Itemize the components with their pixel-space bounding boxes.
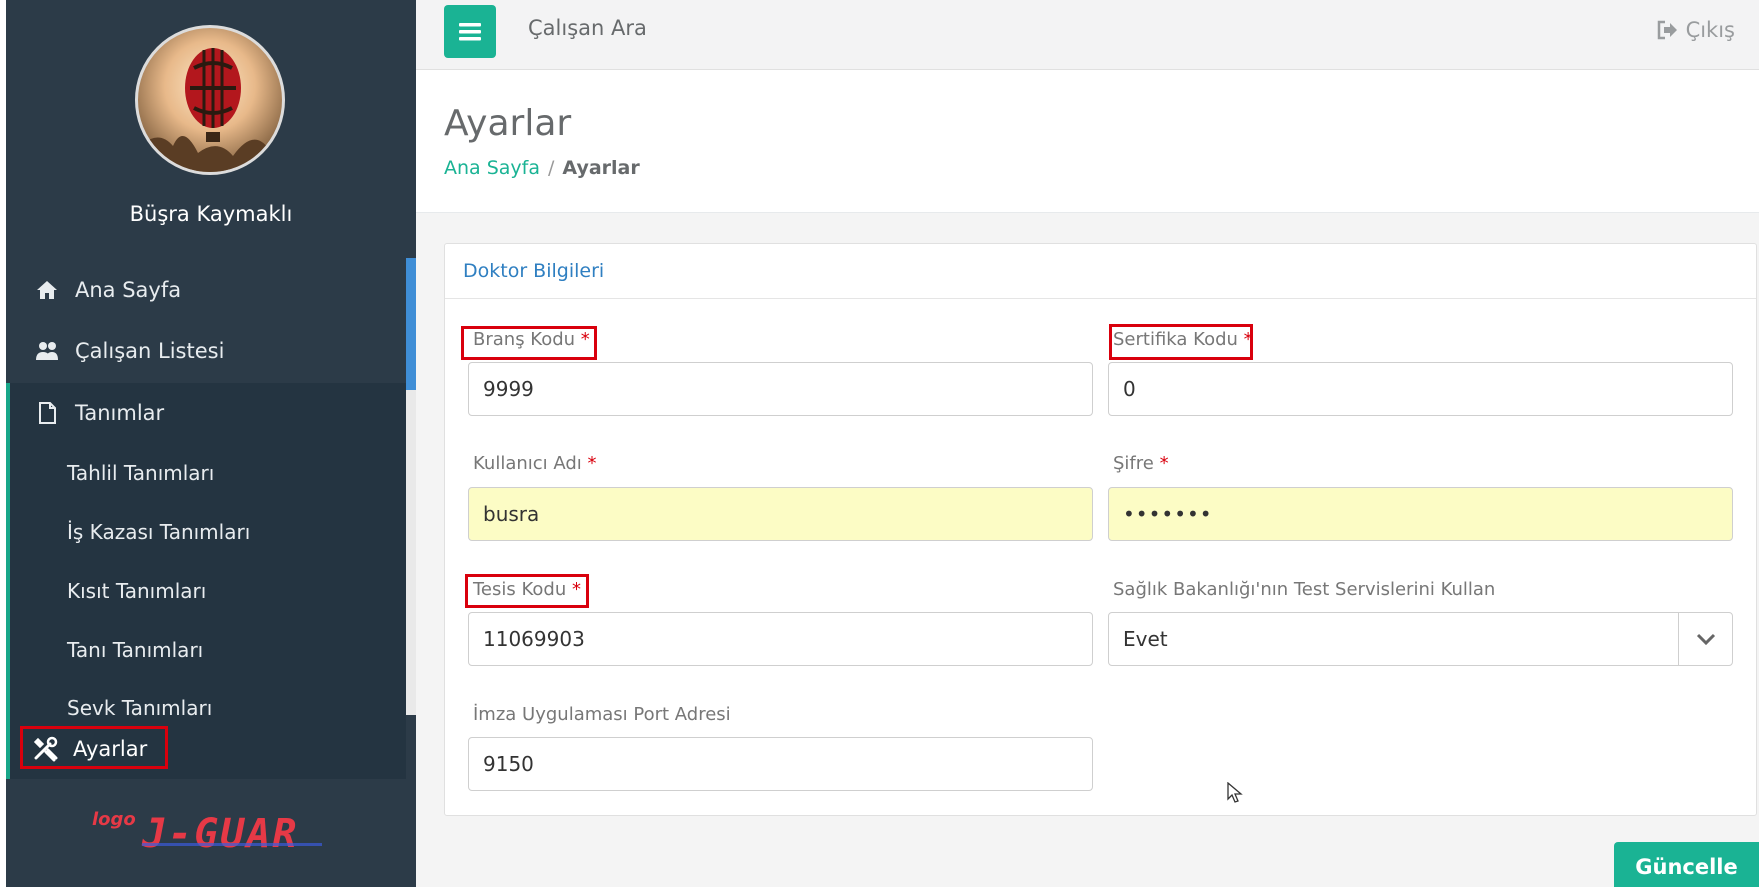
sidebar-scrollbar-thumb[interactable] <box>406 258 416 390</box>
required-mark: * <box>587 453 597 474</box>
hamburger-icon <box>459 22 481 40</box>
sidebar-subitem-label: İş Kazası Tanımları <box>67 520 251 544</box>
sidebar-item-label: Ana Sayfa <box>75 278 182 302</box>
sidebar-subitem-label: Sevk Tanımları <box>67 696 213 720</box>
breadcrumb: Ana Sayfa / Ayarlar <box>444 157 640 179</box>
sidebar-subitem-label: Tahlil Tanımları <box>67 461 215 485</box>
chevron-down-icon[interactable] <box>1678 613 1732 665</box>
highlight-box-tesis-kodu <box>465 574 589 608</box>
kullanici-adi-input[interactable]: busra <box>468 487 1093 541</box>
brans-kodu-input[interactable]: 9999 <box>468 362 1093 416</box>
search-employee-link[interactable]: Çalışan Ara <box>528 16 647 40</box>
sidebar-subitem-label: Kısıt Tanımları <box>67 579 207 603</box>
balloon-image <box>138 48 282 172</box>
sertifika-kodu-input[interactable]: 0 <box>1108 362 1733 416</box>
test-servisleri-label: Sağlık Bakanlığı'nın Test Servislerini K… <box>1113 579 1496 600</box>
sidebar-item-tanimlar[interactable]: Tanımlar <box>6 383 406 443</box>
brand-logo: logo J-GUAR <box>92 805 322 857</box>
home-icon <box>33 276 61 304</box>
sidebar-item-label: Çalışan Listesi <box>75 339 225 363</box>
highlight-box-brans-kodu <box>461 326 597 360</box>
breadcrumb-separator: / <box>548 157 555 179</box>
test-servisleri-value: Evet <box>1123 627 1168 651</box>
sidebar-item-label: Tanımlar <box>75 401 165 425</box>
kullanici-adi-label-text: Kullanıcı Adı <box>473 453 582 474</box>
page-heading <box>416 70 1759 213</box>
sidebar-subitem-tani[interactable]: Tanı Tanımları <box>6 621 406 679</box>
sidebar-item-calisan-listesi[interactable]: Çalışan Listesi <box>6 321 406 381</box>
mouse-cursor-icon <box>1227 781 1243 808</box>
menu-toggle-button[interactable] <box>444 5 496 58</box>
svg-text:J-GUAR: J-GUAR <box>141 811 299 853</box>
file-icon <box>33 399 61 427</box>
logout-link[interactable]: Çıkış <box>1656 18 1735 42</box>
update-button[interactable]: Güncelle <box>1614 842 1759 887</box>
sidebar-subitem-kisit[interactable]: Kısıt Tanımları <box>6 562 406 620</box>
sifre-label-text: Şifre <box>1113 453 1154 474</box>
sifre-label: Şifre * <box>1113 453 1169 474</box>
sidebar-subitem-label: Tanı Tanımları <box>67 638 204 662</box>
page-title: Ayarlar <box>444 103 572 144</box>
imza-port-label: İmza Uygulaması Port Adresi <box>473 704 731 725</box>
users-icon <box>33 337 61 365</box>
imza-port-input[interactable]: 9150 <box>468 737 1093 791</box>
kullanici-adi-label: Kullanıcı Adı * <box>473 453 597 474</box>
sidebar-subitem-sevk[interactable]: Sevk Tanımları <box>6 680 406 720</box>
panel-title: Doktor Bilgileri <box>445 244 1756 299</box>
svg-text:logo: logo <box>92 809 136 830</box>
sign-out-icon <box>1657 20 1677 40</box>
highlight-box-sertifika-kodu <box>1109 324 1253 360</box>
avatar[interactable] <box>135 25 285 175</box>
breadcrumb-home-link[interactable]: Ana Sayfa <box>444 157 540 179</box>
required-mark: * <box>1159 453 1169 474</box>
highlight-box-ayarlar <box>20 726 168 769</box>
sidebar-subitem-is-kazasi[interactable]: İş Kazası Tanımları <box>6 503 406 561</box>
breadcrumb-current: Ayarlar <box>562 157 640 179</box>
logout-label: Çıkış <box>1685 18 1735 42</box>
test-servisleri-select[interactable]: Evet <box>1108 612 1733 666</box>
user-name: Büşra Kaymaklı <box>129 202 293 226</box>
sifre-input[interactable]: ••••••• <box>1108 487 1733 541</box>
sidebar-item-ana-sayfa[interactable]: Ana Sayfa <box>6 260 406 320</box>
tesis-kodu-input[interactable]: 11069903 <box>468 612 1093 666</box>
sidebar-subitem-tahlil[interactable]: Tahlil Tanımları <box>6 444 406 502</box>
